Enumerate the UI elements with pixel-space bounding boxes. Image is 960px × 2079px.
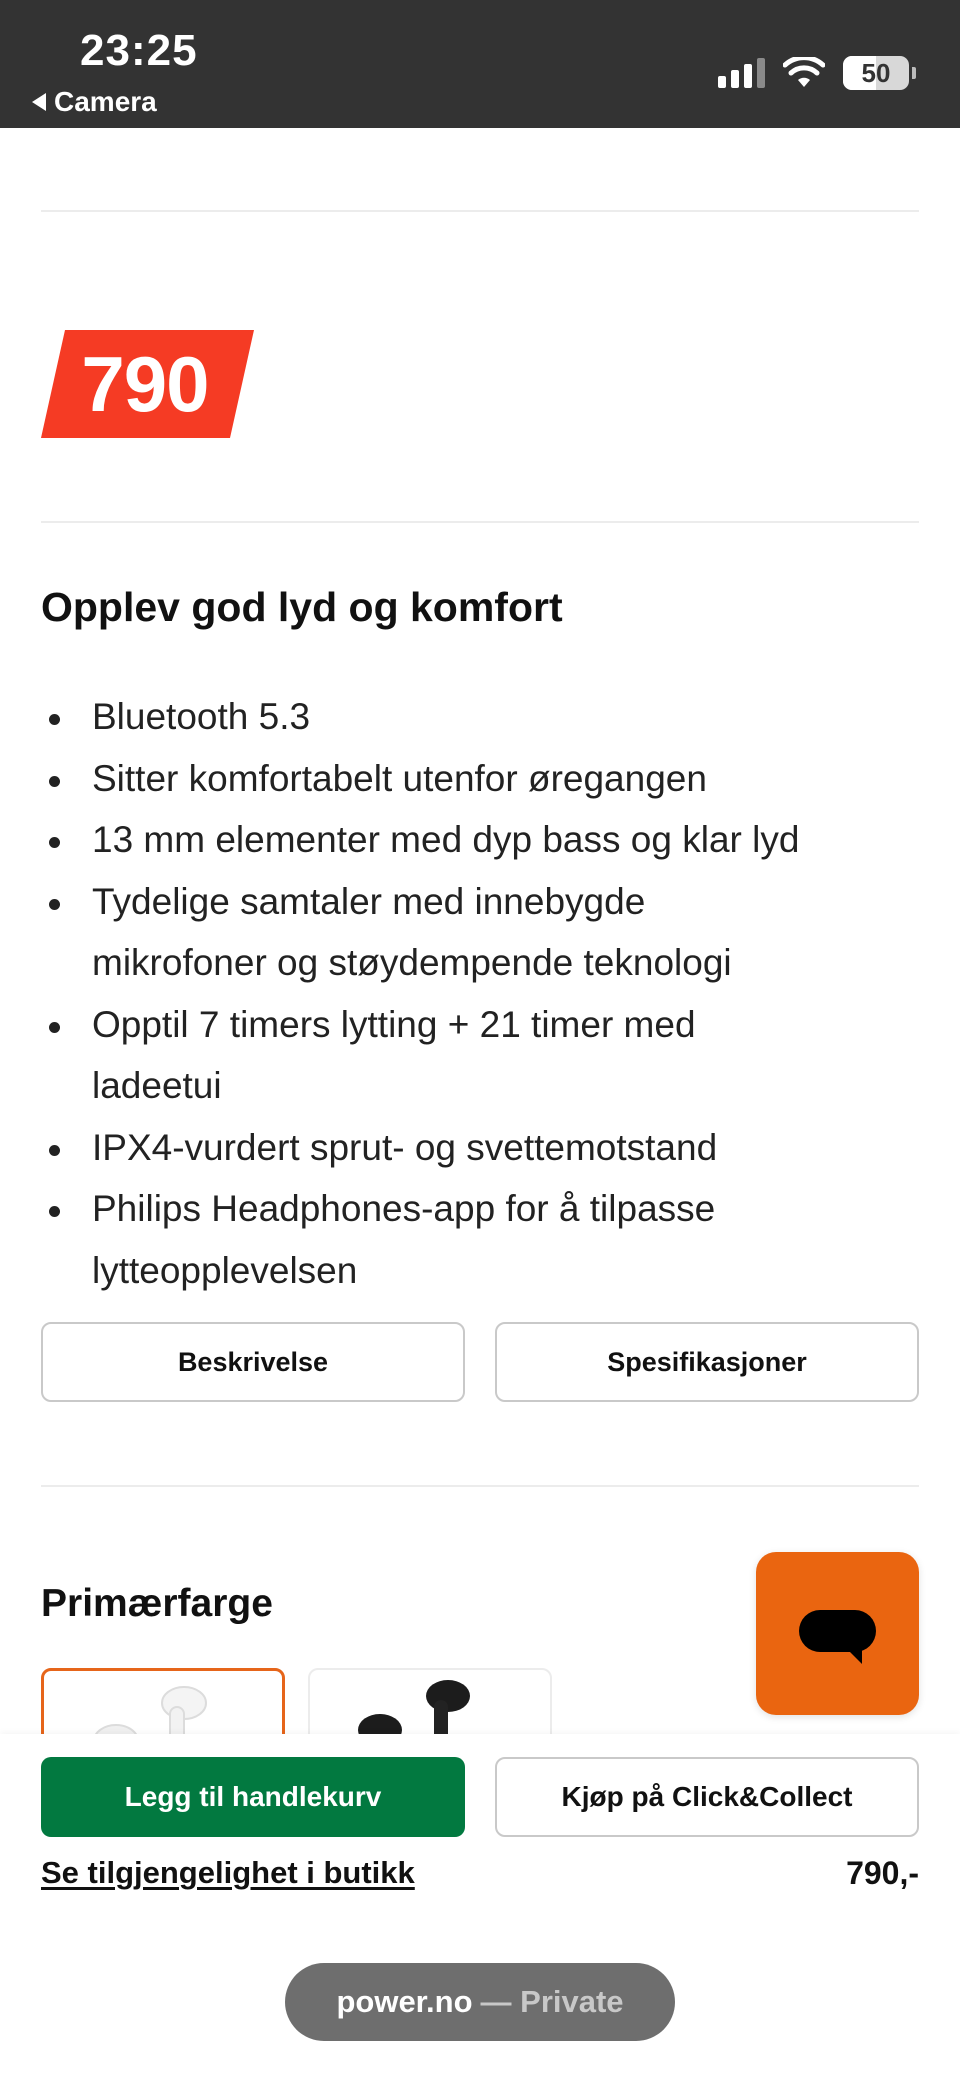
feature-item: Sitter komfortabelt utenfor øregangen <box>41 748 921 810</box>
status-bar: 23:25 Camera 50 <box>0 0 960 128</box>
back-label: Camera <box>54 86 157 117</box>
feature-item: Bluetooth 5.3 <box>41 686 921 748</box>
price-badge: 790 <box>41 330 254 438</box>
divider <box>41 521 919 523</box>
feature-item: IPX4-vurdert sprut- og svettemotstand <box>41 1117 921 1179</box>
bottom-price: 790,- <box>846 1855 919 1891</box>
back-arrow-icon <box>32 93 46 111</box>
divider <box>41 210 919 212</box>
wifi-icon <box>783 57 825 87</box>
back-to-camera-link[interactable]: Camera <box>32 86 157 118</box>
chat-button[interactable] <box>756 1552 919 1715</box>
features-heading: Opplev god lyd og komfort <box>41 584 563 630</box>
specifications-button[interactable]: Spesifikasjoner <box>495 1322 919 1402</box>
feature-item: Philips Headphones-app for å tilpasse ly… <box>41 1178 831 1301</box>
color-label: Primærfarge <box>41 1582 273 1625</box>
price-badge-value: 790 <box>81 339 209 428</box>
feature-item: Opptil 7 timers lytting + 21 timer med l… <box>41 994 801 1117</box>
private-mode-label: — Private <box>480 1984 624 2019</box>
status-time: 23:25 <box>80 26 198 75</box>
add-to-cart-button[interactable]: Legg til handlekurv <box>41 1757 465 1837</box>
browser-address-pill[interactable]: power.no — Private <box>285 1963 675 2041</box>
chat-bubble-icon <box>799 1610 876 1664</box>
battery-icon: 50 <box>843 56 916 90</box>
divider <box>41 1485 919 1487</box>
click-collect-button[interactable]: Kjøp på Click&Collect <box>495 1757 919 1837</box>
battery-level: 50 <box>861 57 891 88</box>
description-button[interactable]: Beskrivelse <box>41 1322 465 1402</box>
feature-list: Bluetooth 5.3 Sitter komfortabelt utenfo… <box>41 686 921 1301</box>
url-domain: power.no <box>336 1984 473 2019</box>
cellular-signal-icon <box>718 58 765 88</box>
status-icons: 50 <box>718 56 916 90</box>
feature-item: 13 mm elementer med dyp bass og klar lyd <box>41 809 921 871</box>
feature-item: Tydelige samtaler med innebygde mikrofon… <box>41 871 801 994</box>
store-availability-link[interactable]: Se tilgjengelighet i butikk <box>41 1855 415 1891</box>
